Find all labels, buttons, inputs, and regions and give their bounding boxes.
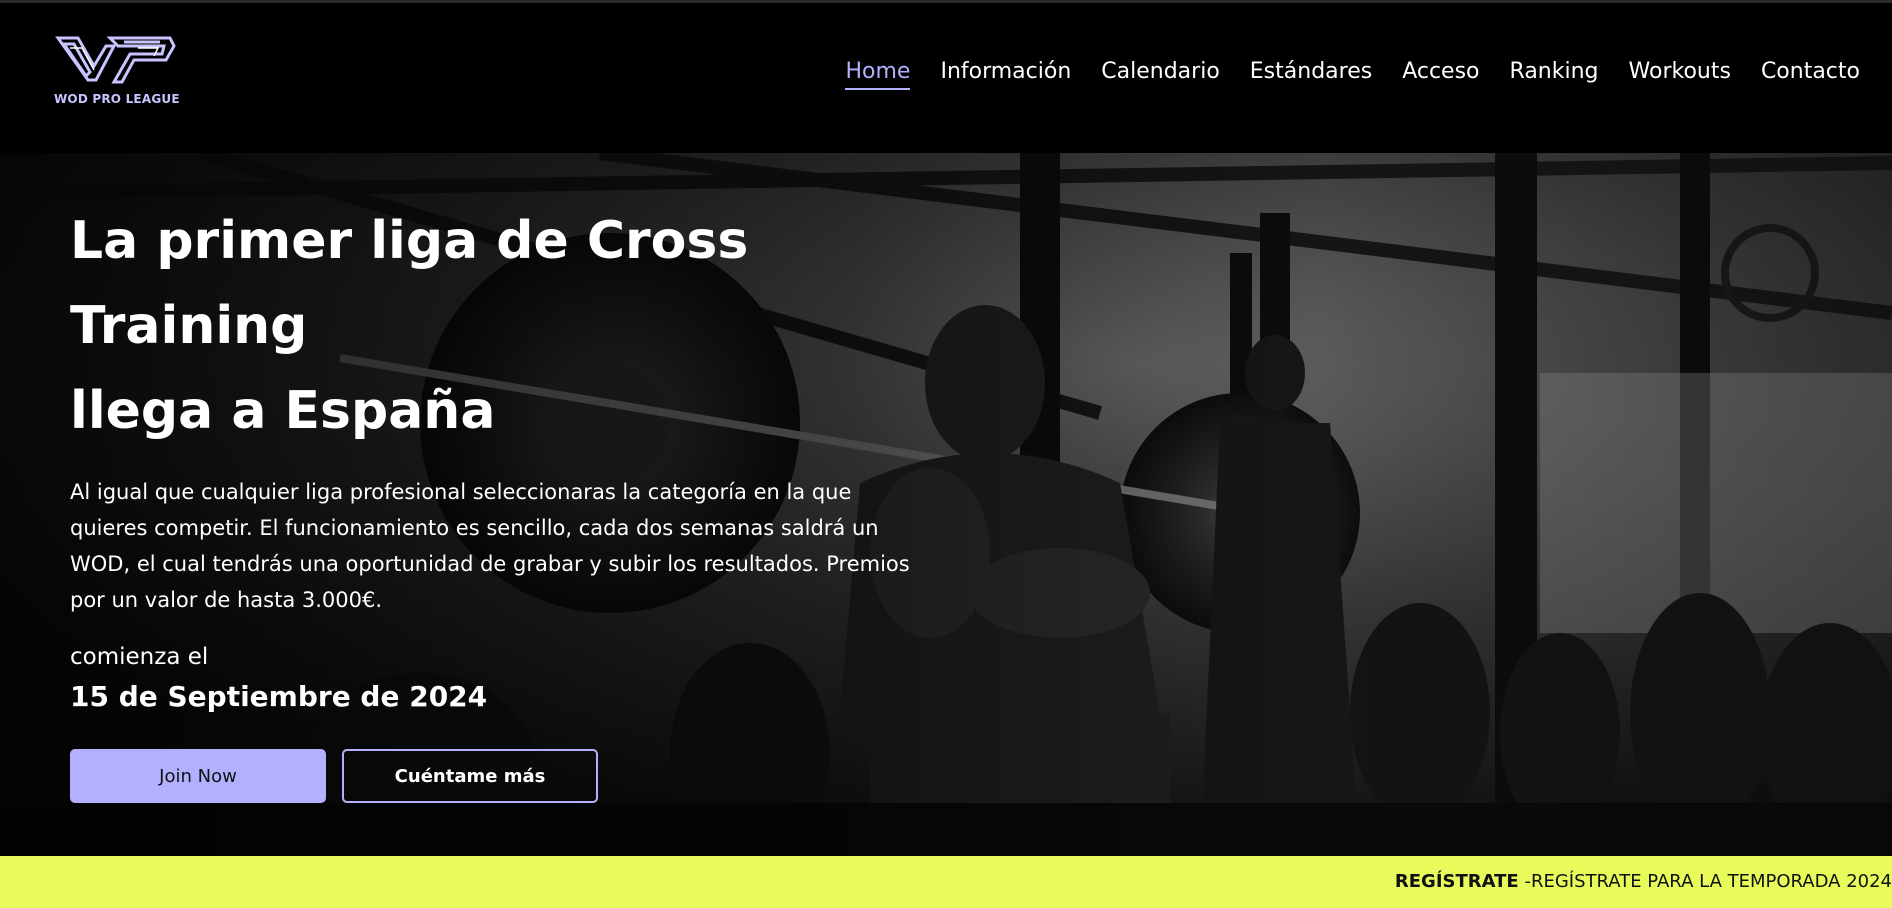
- hero-title-line-1: La primer liga de Cross Training: [70, 211, 749, 356]
- nav-item-acceso[interactable]: Acceso: [1402, 59, 1479, 90]
- marquee-rest-text: -REGÍSTRATE PARA LA TEMPORADA 2024: [1518, 871, 1892, 892]
- logo[interactable]: WOD PRO LEAGUE: [54, 32, 180, 112]
- hero-description: Al igual que cualquier liga profesional …: [70, 480, 910, 612]
- hero-content: La primer liga de Cross Training llega a…: [70, 199, 950, 803]
- marquee-text: REGÍSTRATE -REGÍSTRATE PARA LA TEMPORADA…: [1395, 871, 1892, 892]
- registration-marquee[interactable]: REGÍSTRATE -REGÍSTRATE PARA LA TEMPORADA…: [0, 856, 1892, 908]
- nav-item-workouts[interactable]: Workouts: [1629, 59, 1731, 90]
- wp-logo-icon: [55, 36, 176, 84]
- nav-item-ranking[interactable]: Ranking: [1510, 59, 1599, 90]
- start-label: comienza el: [70, 644, 209, 670]
- nav-item-contacto[interactable]: Contacto: [1761, 59, 1860, 90]
- nav-item-calendario[interactable]: Calendario: [1101, 59, 1220, 90]
- start-date: 15 de Septiembre de 2024: [70, 680, 488, 713]
- nav-item-informacion[interactable]: Información: [940, 59, 1071, 90]
- page: WOD PRO LEAGUE Home Información Calendar…: [0, 0, 1892, 908]
- marquee-strong-text: REGÍSTRATE: [1394, 871, 1519, 892]
- nav-item-estandares[interactable]: Estándares: [1250, 59, 1372, 90]
- hero-section: La primer liga de Cross Training llega a…: [0, 153, 1892, 856]
- site-header: WOD PRO LEAGUE Home Información Calendar…: [0, 3, 1892, 153]
- hero-title-line-2: llega a España: [70, 381, 496, 441]
- tell-me-more-button[interactable]: Cuéntame más: [342, 749, 598, 803]
- hero-buttons: Join Now Cuéntame más: [70, 749, 950, 803]
- logo-text: WOD PRO LEAGUE: [54, 92, 180, 106]
- nav-item-home[interactable]: Home: [845, 59, 910, 90]
- hero-title: La primer liga de Cross Training llega a…: [70, 199, 950, 454]
- main-nav: Home Información Calendario Estándares A…: [815, 59, 1860, 90]
- join-now-button[interactable]: Join Now: [70, 749, 326, 803]
